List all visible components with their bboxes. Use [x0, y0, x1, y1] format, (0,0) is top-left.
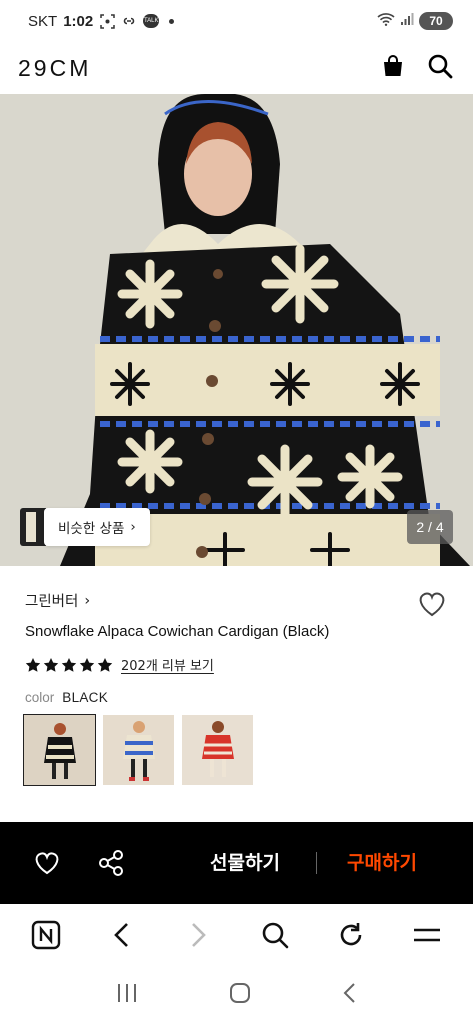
refresh-icon[interactable]	[331, 915, 371, 955]
divider	[316, 852, 317, 874]
review-link[interactable]: 202개 리뷰 보기	[121, 655, 214, 674]
similar-products-button[interactable]: 비슷한 상품 ›	[44, 508, 150, 546]
battery-icon: 70	[419, 12, 453, 30]
heart-icon[interactable]	[32, 848, 62, 878]
back-icon[interactable]	[341, 981, 359, 1009]
browser-toolbar	[0, 904, 473, 966]
search-icon[interactable]	[255, 915, 295, 955]
product-image[interactable]: 비슷한 상품 › 2 / 4	[0, 94, 473, 566]
swatch-red[interactable]	[182, 715, 253, 785]
search-icon[interactable]	[427, 53, 453, 83]
link-icon	[121, 13, 137, 29]
signal-icon	[400, 12, 414, 30]
color-swatches	[23, 714, 253, 786]
logo[interactable]: 29CM	[18, 55, 91, 82]
swatch-black[interactable]	[23, 714, 96, 786]
chevron-right-icon: ›	[130, 519, 136, 535]
color-row: color BLACK	[25, 690, 108, 705]
screenshot-icon	[99, 13, 115, 29]
star-icon	[25, 657, 113, 672]
chevron-right-icon: ›	[84, 592, 91, 609]
talk-icon: TALK	[143, 14, 160, 28]
swatch-blue[interactable]	[103, 715, 174, 785]
heart-icon[interactable]	[417, 590, 447, 622]
back-icon[interactable]	[102, 915, 142, 955]
home-icon[interactable]	[228, 981, 252, 1009]
page-indicator: 2 / 4	[407, 510, 453, 544]
wifi-icon	[377, 12, 395, 30]
clock: 1:02	[63, 12, 94, 30]
brand-link[interactable]: 그린버터 ›	[25, 590, 90, 611]
app-header: 29CM	[0, 42, 473, 94]
thumbnail-peek[interactable]	[20, 508, 46, 546]
gift-button[interactable]: 선물하기	[210, 848, 280, 875]
purchase-action-bar: 선물하기 구매하기	[0, 822, 473, 904]
color-value: BLACK	[62, 690, 109, 705]
color-label: color	[25, 690, 55, 705]
rating-stars	[25, 657, 113, 673]
status-bar: SKT 1:02 TALK 70	[0, 0, 473, 42]
android-navigation-bar	[0, 966, 473, 1024]
carrier-label: SKT	[28, 12, 58, 30]
share-icon[interactable]	[96, 848, 126, 878]
notification-dot	[169, 18, 175, 24]
menu-icon[interactable]	[407, 915, 447, 955]
shopping-bag-icon[interactable]	[381, 54, 405, 82]
rating-row: 202개 리뷰 보기	[25, 655, 214, 674]
similar-products-label: 비슷한 상품	[58, 521, 125, 537]
product-title: Snowflake Alpaca Cowichan Cardigan (Blac…	[25, 623, 330, 640]
forward-icon[interactable]	[178, 915, 218, 955]
brand-name: 그린버터	[25, 594, 79, 610]
naver-icon[interactable]	[26, 915, 66, 955]
buy-button[interactable]: 구매하기	[347, 848, 417, 875]
recent-apps-icon[interactable]	[115, 982, 139, 1008]
